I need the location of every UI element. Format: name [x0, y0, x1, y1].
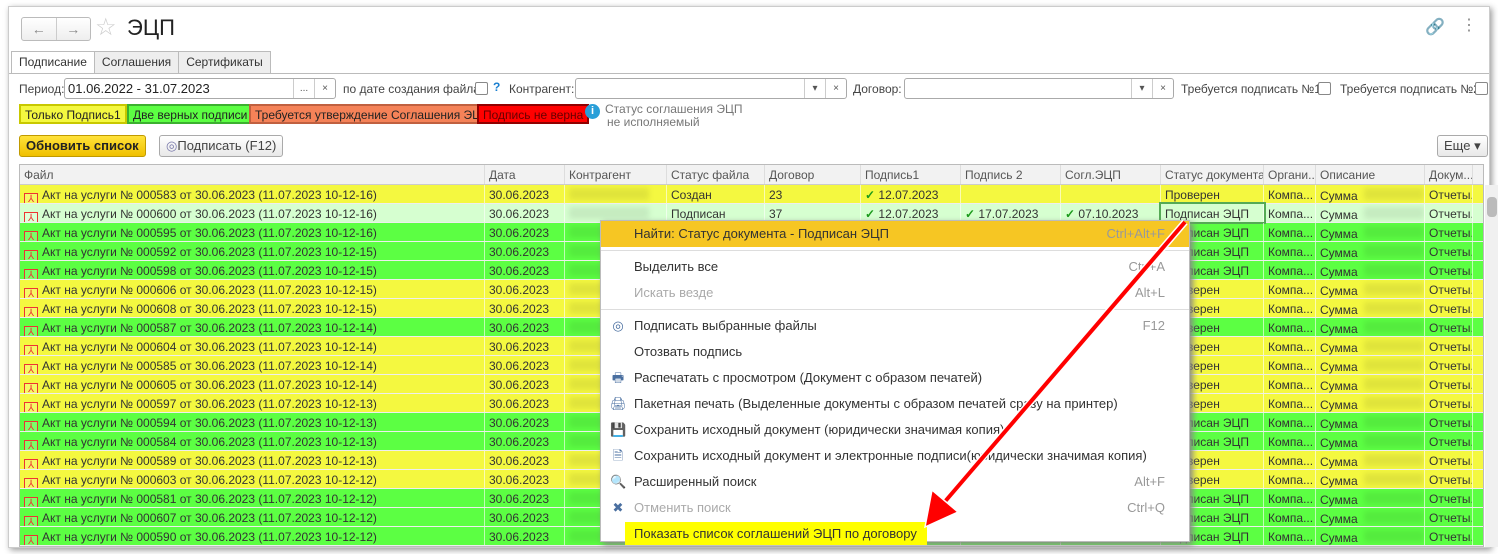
- arrow-shaft: [940, 220, 1187, 507]
- annotation-arrow: [923, 219, 1188, 529]
